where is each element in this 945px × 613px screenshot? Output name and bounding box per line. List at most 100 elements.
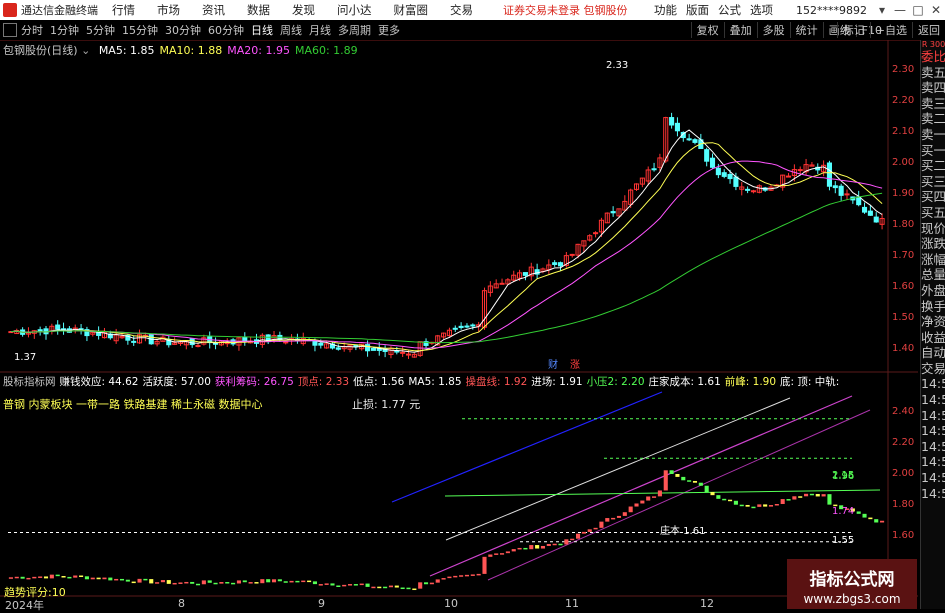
y-tick-label: 2.10 (892, 126, 914, 137)
side-item[interactable]: 卖四 (921, 80, 945, 96)
indicator-bar (184, 581, 189, 584)
indicator-bar (418, 582, 423, 589)
upper-chart-header: 包钢股份(日线) ⌄ MA5: 1.85 MA10: 1.88 MA20: 1.95… (3, 42, 358, 58)
side-item[interactable]: 买五 (921, 205, 945, 221)
indicator-bar (383, 586, 388, 589)
indicator-bar (73, 575, 78, 578)
indicator-bar (365, 583, 370, 587)
chevron-down-icon[interactable]: ⌄ (81, 44, 90, 57)
candle-body (242, 336, 248, 342)
side-item[interactable]: 外盘 (921, 283, 945, 299)
candle-body (37, 329, 43, 332)
side-item[interactable]: 14:56 (921, 439, 945, 455)
side-item[interactable]: 净资 (921, 314, 945, 330)
side-item[interactable]: 14:56 (921, 423, 945, 439)
indicator-bar (827, 494, 832, 505)
side-item[interactable]: 现价 (921, 221, 945, 237)
indicator-item: 进场: 1.91 (531, 376, 583, 388)
side-item[interactable]: 委比 (921, 49, 945, 65)
indicator-bar (488, 554, 493, 557)
indicator-value-label: 1.55 (832, 535, 854, 546)
indicator-bar (353, 584, 358, 586)
indicator-bar (125, 579, 130, 582)
indicator-bar (359, 583, 364, 586)
indicator-bar (804, 493, 809, 497)
y-tick-label: 2.20 (892, 95, 914, 106)
indicator-bar (581, 531, 586, 534)
kline-chart[interactable]: 2.30 2.20 2.10 2.00 1.90 1.80 1.70 1.60 1.50 1.40… (0, 0, 945, 609)
indicator-bar (49, 574, 54, 579)
indicator-item: MA5: 1.85 (408, 376, 462, 388)
candle-body (365, 344, 371, 352)
side-item[interactable]: 交易 (921, 361, 945, 377)
indicator-item: 赚钱效应: 44.62 (59, 376, 139, 388)
indicator-bar (90, 577, 95, 580)
candle-body (522, 272, 528, 276)
side-item[interactable]: 总量 (921, 267, 945, 283)
indicator-bar (622, 512, 627, 516)
side-item[interactable]: 卖二 (921, 111, 945, 127)
indicator-bar (342, 584, 347, 587)
side-item[interactable]: 14:56 (921, 408, 945, 424)
indicator-bar (587, 529, 592, 532)
indicator-bar (809, 493, 814, 496)
indicator-bar (646, 496, 651, 501)
indicator-bar (377, 586, 382, 589)
y-tick-label: 1.80 (892, 499, 914, 510)
candle-body (405, 353, 412, 356)
indicator-bar (616, 515, 622, 518)
indicator-value-label: 庄本 1.61 (660, 524, 705, 537)
indicator-bar (301, 580, 306, 583)
side-item[interactable]: 14:56 (921, 454, 945, 470)
x-label-year: 2024年 (5, 599, 44, 612)
side-item[interactable]: 换手 (921, 299, 945, 315)
indicator-bar (400, 587, 405, 590)
indicator-item: 前峰: 1.90 (724, 376, 777, 388)
candle-body (709, 157, 716, 168)
indicator-bar (236, 580, 241, 584)
candle-body (867, 210, 873, 216)
indicator-bar (704, 485, 709, 493)
candle-body (838, 185, 844, 196)
indicator-bar (102, 577, 107, 580)
side-item[interactable]: 14:56 (921, 470, 945, 486)
side-item[interactable]: 买四 (921, 189, 945, 205)
indicator-bar (119, 578, 125, 581)
y-tick-label: 2.00 (892, 157, 914, 168)
indicator-bar (698, 482, 703, 486)
y-tick-label: 1.60 (892, 281, 914, 292)
side-item[interactable]: 买二 (921, 158, 945, 174)
candle-body (704, 149, 710, 162)
indicator-bar (529, 545, 534, 550)
candle-body (610, 211, 616, 214)
indicator-bar (564, 539, 569, 545)
candle-body (826, 162, 833, 187)
side-item[interactable]: 涨幅 (921, 252, 945, 268)
candle-body (569, 253, 575, 256)
candle-body (470, 324, 476, 327)
side-item[interactable]: 卖三 (921, 96, 945, 112)
indicator-bar (499, 553, 505, 555)
candle-body (750, 190, 756, 193)
side-item[interactable]: 自动 (921, 345, 945, 361)
side-item[interactable]: 14:56 (921, 376, 945, 392)
side-item[interactable]: 买一 (921, 143, 945, 159)
side-item[interactable]: 14:56 (921, 486, 945, 502)
side-item[interactable]: 卖五 (921, 65, 945, 81)
side-item[interactable]: 收益 (921, 330, 945, 346)
side-item[interactable]: 涨跌 (921, 236, 945, 252)
candle-body (797, 169, 803, 172)
indicator-bar (131, 581, 136, 584)
side-item[interactable]: 卖一 (921, 127, 945, 143)
side-item[interactable]: 14:56 (921, 392, 945, 408)
indicator-bar (435, 579, 440, 583)
candle-body (499, 282, 505, 285)
indicator-bar (225, 582, 230, 584)
indicator-bar (798, 496, 803, 498)
candle-body (452, 327, 458, 330)
candle-body (400, 351, 406, 354)
side-item[interactable]: 买三 (921, 174, 945, 190)
indicator-bar (856, 511, 861, 514)
indicator-bar (511, 549, 516, 552)
indicator-bar (570, 538, 575, 541)
